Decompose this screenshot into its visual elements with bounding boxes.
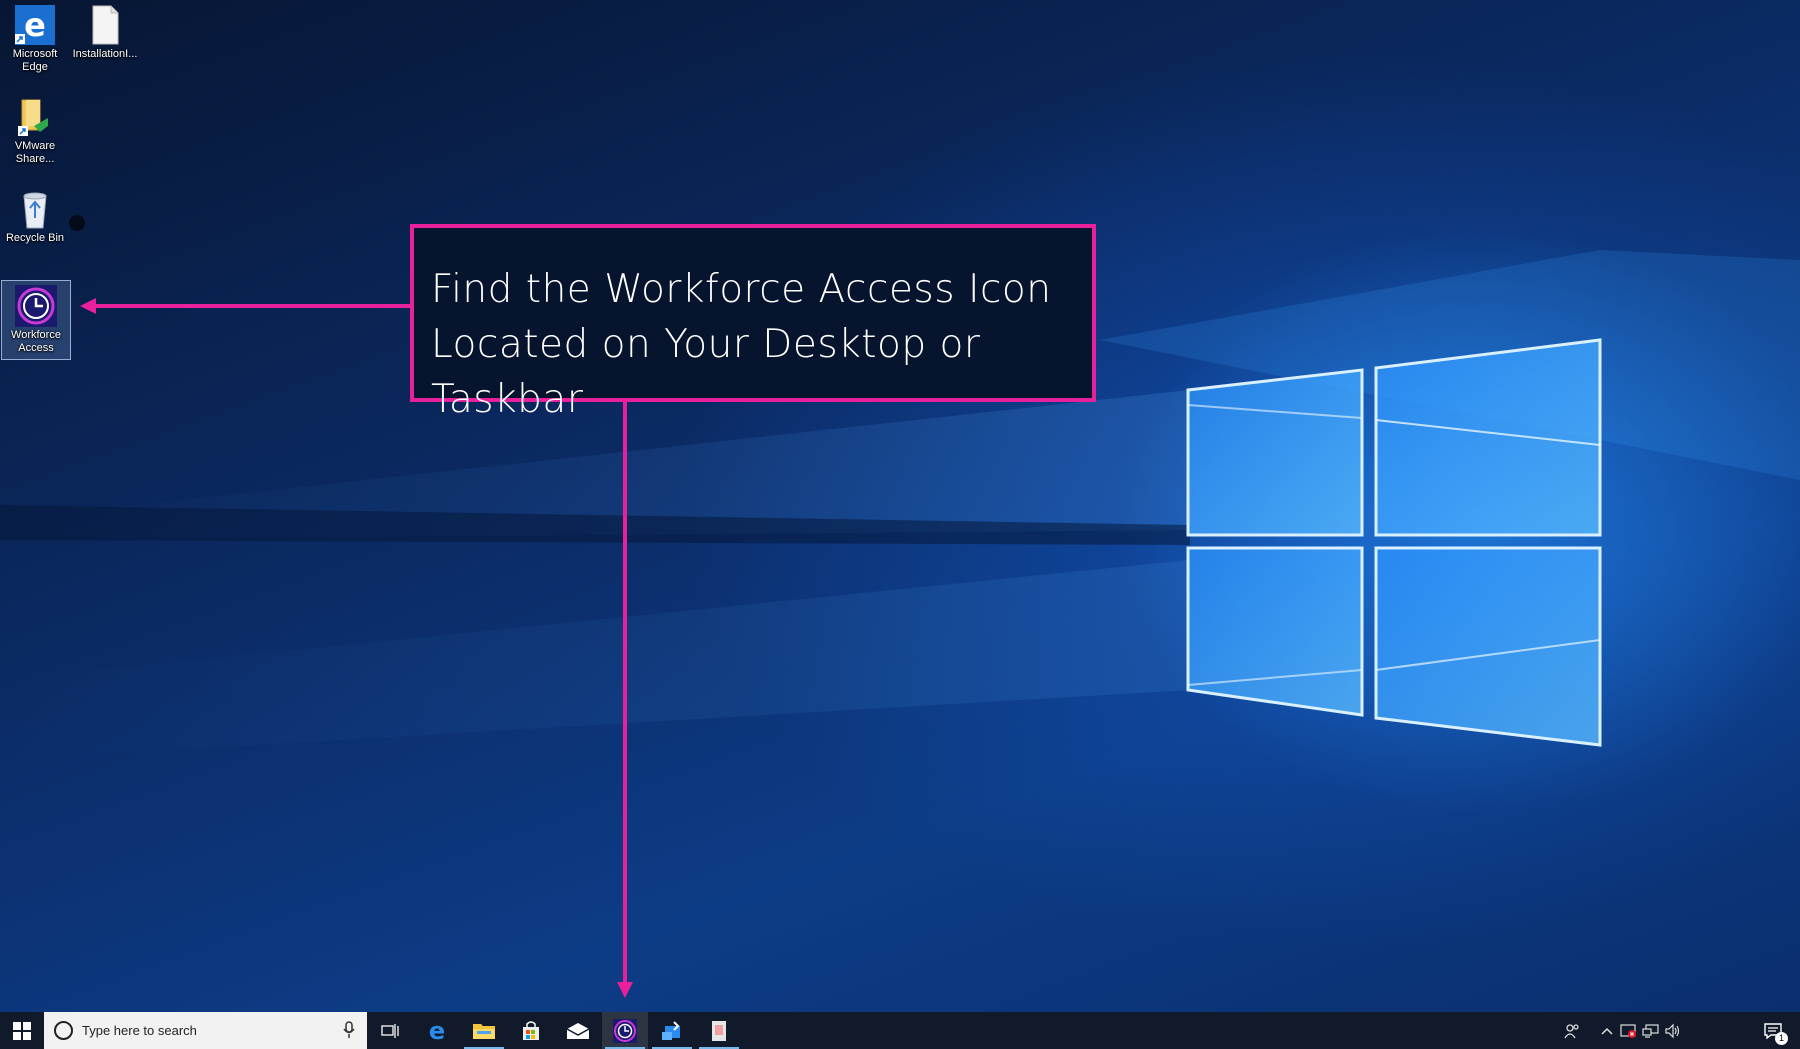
task-view-button[interactable] <box>367 1012 413 1049</box>
svg-text:e: e <box>24 6 46 44</box>
start-button[interactable] <box>0 1012 44 1049</box>
taskbar-file-explorer-button[interactable] <box>461 1012 507 1049</box>
people-icon[interactable] <box>1562 1021 1582 1041</box>
document-app-icon <box>712 1020 726 1041</box>
desktop-wallpaper <box>0 0 1800 1012</box>
taskbar: Type here to search e 1 <box>0 1012 1800 1049</box>
mail-icon <box>566 1022 590 1039</box>
chevron-up-icon[interactable] <box>1597 1021 1617 1041</box>
taskbar-mail-button[interactable] <box>555 1012 601 1049</box>
volume-icon[interactable] <box>1663 1021 1683 1041</box>
taskbar-remote-app-button[interactable] <box>649 1012 695 1049</box>
instruction-callout: Find the Workforce Access Icon Located o… <box>410 224 1096 422</box>
remote-desktop-icon <box>662 1020 680 1040</box>
edge-icon: e <box>14 4 56 46</box>
desktop-icon-label: InstallationI... <box>72 48 138 60</box>
security-alert-icon[interactable] <box>1619 1021 1639 1041</box>
microphone-icon[interactable] <box>343 1021 355 1039</box>
desktop-icon-recycle-bin[interactable]: Recycle Bin <box>0 188 70 245</box>
desktop-icon-microsoft-edge[interactable]: e Microsoft Edge <box>0 4 70 74</box>
cortana-circle-icon <box>54 1021 73 1040</box>
action-center-button[interactable]: 1 <box>1750 1012 1796 1049</box>
workforce-access-icon <box>15 285 57 327</box>
document-icon <box>84 4 126 46</box>
desktop-icon-workforce-access[interactable]: Workforce Access <box>1 280 71 360</box>
network-icon[interactable] <box>1641 1021 1661 1041</box>
recycle-bin-icon <box>14 188 56 230</box>
desktop-icon-vmware-shared-folders[interactable]: VMware Share... <box>0 96 70 166</box>
task-view-icon <box>381 1023 399 1038</box>
workforce-access-icon <box>613 1018 637 1043</box>
store-bag-icon <box>523 1020 539 1040</box>
cursor-dot <box>69 215 85 231</box>
windows-logo-icon <box>13 1021 31 1040</box>
taskbar-edge-button[interactable]: e <box>414 1012 460 1049</box>
folder-icon <box>473 1023 495 1039</box>
taskbar-store-button[interactable] <box>508 1012 554 1049</box>
desktop-icon-installation-file[interactable]: InstallationI... <box>70 4 140 61</box>
desktop-icon-label: Workforce Access <box>11 329 61 354</box>
taskbar-workforce-access-button[interactable] <box>602 1012 648 1049</box>
desktop-icon-label: Microsoft Edge <box>12 48 58 73</box>
svg-text:e: e <box>429 1019 445 1043</box>
search-placeholder: Type here to search <box>82 1023 197 1038</box>
taskbar-document-app-button[interactable] <box>696 1012 742 1049</box>
windows-logo-wallpaper <box>0 250 1800 760</box>
desktop-icon-label: VMware Share... <box>14 140 56 165</box>
taskbar-search-box[interactable]: Type here to search <box>44 1012 367 1049</box>
desktop-icon-label: Recycle Bin <box>5 232 65 244</box>
callout-text: Find the Workforce Access Icon Located o… <box>431 267 1052 422</box>
notification-count-badge: 1 <box>1775 1032 1788 1045</box>
edge-icon: e <box>429 1019 445 1043</box>
shared-folder-icon <box>14 96 56 138</box>
